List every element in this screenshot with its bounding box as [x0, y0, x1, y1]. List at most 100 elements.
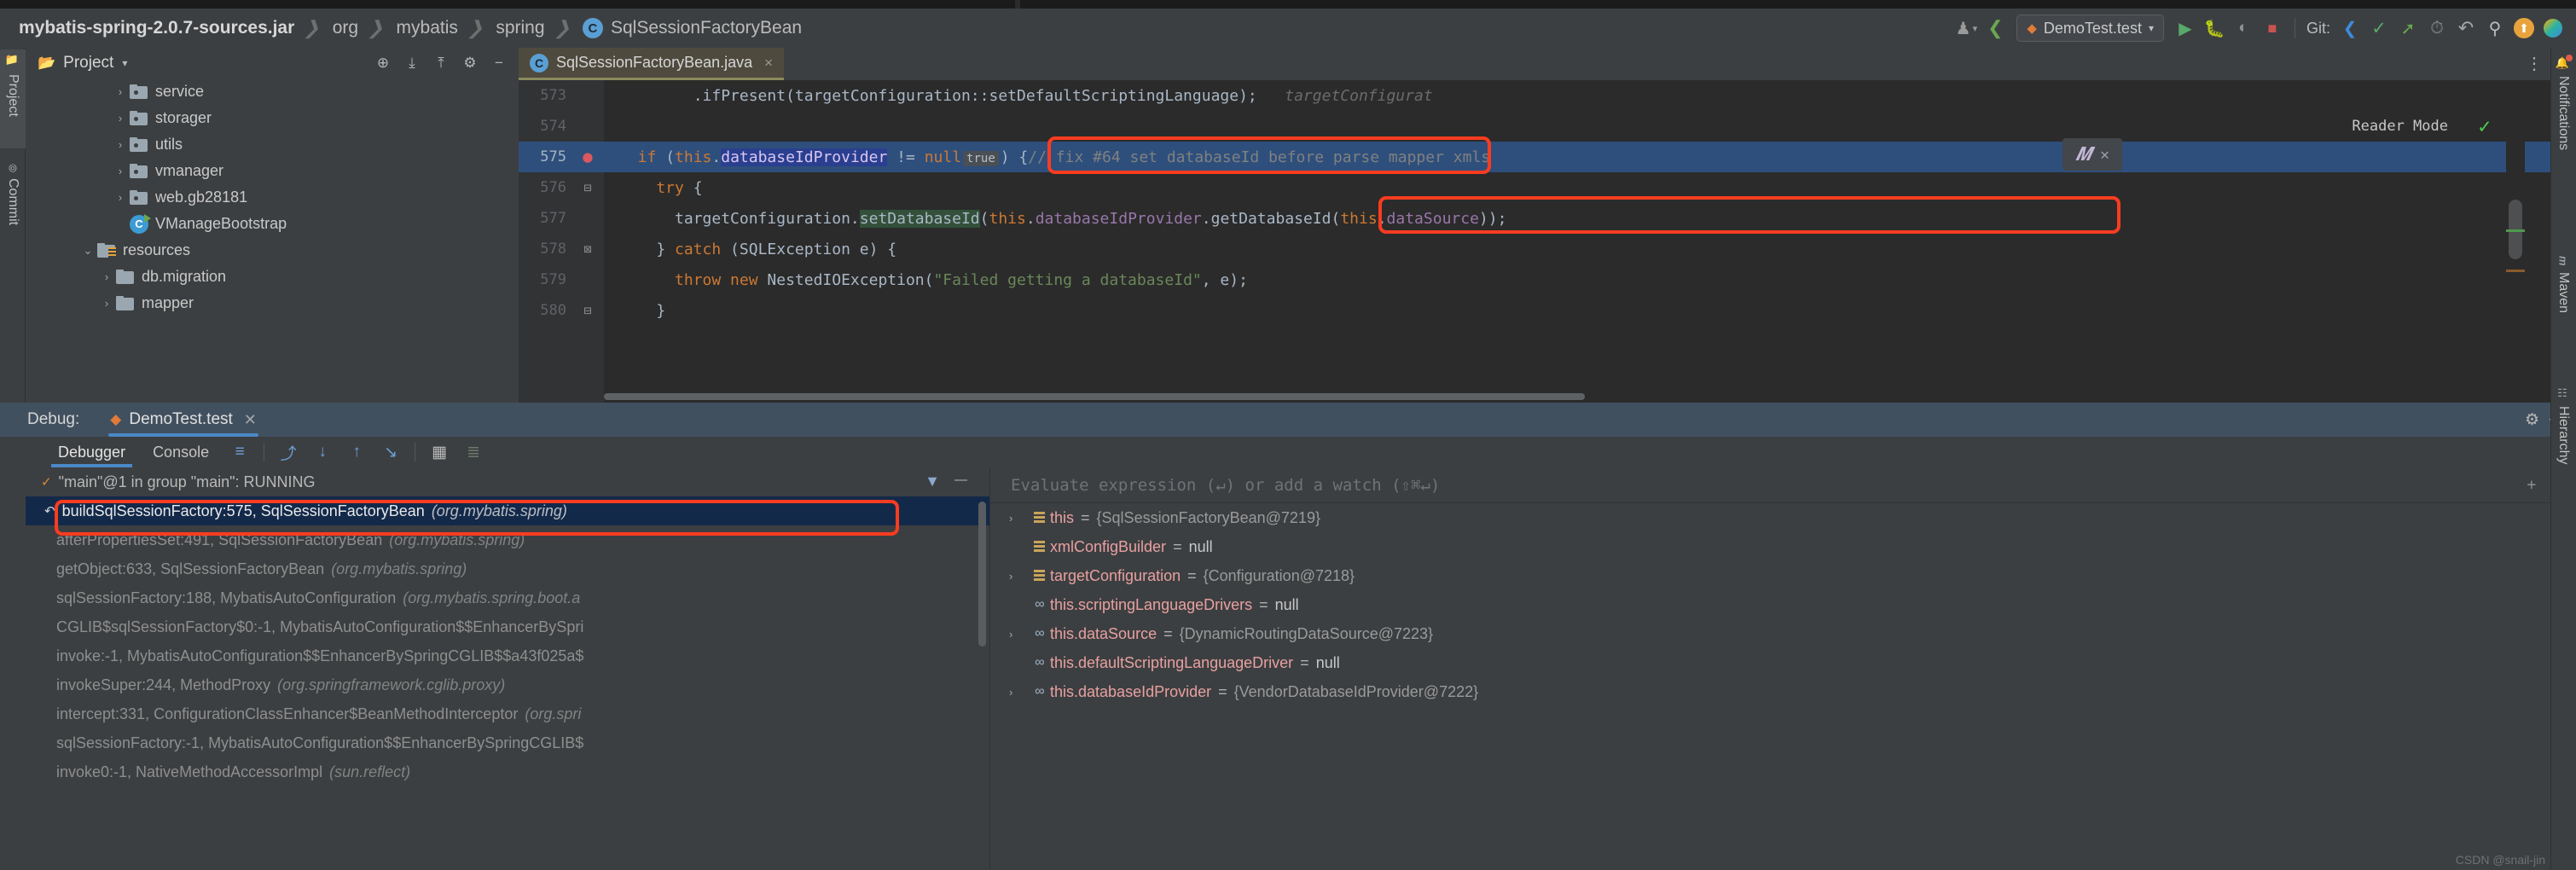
fold-marker-icon[interactable]: ⊟	[571, 303, 604, 318]
chevron-right-icon[interactable]: ›	[1009, 512, 1028, 525]
stop-button[interactable]: ■	[2258, 14, 2287, 43]
collapse-all-icon[interactable]: ⤒	[428, 50, 454, 76]
chevron-right-icon[interactable]: ›	[111, 138, 130, 151]
git-history-button[interactable]: ⏱	[2422, 14, 2451, 43]
close-icon[interactable]: ✕	[2100, 146, 2109, 164]
editor-error-stripe[interactable]	[2506, 80, 2525, 403]
select-opened-file-icon[interactable]: ⊕	[370, 50, 396, 76]
run-coverage-button[interactable]: ◐	[2229, 14, 2258, 43]
chevron-right-icon[interactable]: ›	[1009, 686, 1028, 699]
editor-horizontal-scrollbar[interactable]	[604, 393, 1585, 400]
tree-item-resources[interactable]: ⌄ resources	[26, 237, 519, 264]
chevron-right-icon[interactable]: ›	[97, 270, 116, 283]
tree-item-web-gb28181[interactable]: › web.gb28181	[26, 184, 519, 211]
variable-row-databaseidprovider[interactable]: › ∞ this.databaseIdProvider = {VendorDat…	[990, 677, 2576, 706]
run-configuration-selector[interactable]: ◆ DemoTest.test ▾	[2016, 14, 2164, 42]
expand-all-icon[interactable]: ⤓	[399, 50, 425, 76]
tree-item-mapper[interactable]: › mapper	[26, 290, 519, 316]
settings-gear-icon[interactable]: ⚙	[457, 50, 483, 76]
layout-settings-icon[interactable]: ≣	[456, 437, 490, 467]
frame-row[interactable]: afterPropertiesSet:491, SqlSessionFactor…	[26, 525, 989, 554]
undo-button[interactable]: ↶	[2451, 14, 2480, 43]
tab-debugger[interactable]: Debugger	[44, 437, 139, 467]
frame-row[interactable]: sqlSessionFactory:188, MybatisAutoConfig…	[26, 583, 989, 612]
chevron-right-icon[interactable]: ›	[97, 297, 116, 310]
sidebar-item-maven[interactable]: m Maven	[2550, 251, 2576, 370]
frame-row[interactable]: invoke:-1, MybatisAutoConfiguration$$Enh…	[26, 641, 989, 670]
frames-panel[interactable]: ✓ "main"@1 in group "main": RUNNING ↶ bu…	[26, 467, 989, 870]
editor-more-options-icon[interactable]: ⋮	[2518, 48, 2550, 80]
frame-row[interactable]: sqlSessionFactory:-1, MybatisAutoConfigu…	[26, 728, 989, 757]
breadcrumb-item-class[interactable]: SqlSessionFactoryBean	[611, 18, 802, 38]
fold-marker-icon[interactable]: ⊟	[571, 180, 604, 195]
frames-scrollbar[interactable]	[978, 502, 986, 647]
chevron-right-icon[interactable]: ›	[111, 85, 130, 98]
variables-panel[interactable]: Evaluate expression (↵) or add a watch (…	[989, 467, 2576, 870]
frame-row[interactable]: invokeSuper:244, MethodProxy (org.spring…	[26, 670, 989, 699]
sidebar-item-notifications[interactable]: 🔔 Notifications	[2550, 51, 2576, 230]
sidebar-item-hierarchy[interactable]: ☷ Hierarchy	[2550, 382, 2576, 510]
hide-panel-icon[interactable]: −	[486, 50, 512, 76]
git-update-button[interactable]: ❮	[2335, 14, 2364, 43]
search-everywhere-button[interactable]: ⚲	[2480, 14, 2509, 43]
code-editor[interactable]: 573 .ifPresent(targetConfiguration::setD…	[519, 80, 2550, 403]
git-push-button[interactable]: ➚	[2393, 14, 2422, 43]
evaluate-expression-icon[interactable]: ▦	[422, 437, 456, 467]
update-project-button[interactable]: ⬆	[2509, 14, 2538, 43]
filter-frames-icon[interactable]: ▼	[925, 473, 940, 490]
chevron-right-icon[interactable]: ›	[111, 112, 130, 125]
build-hammer-icon[interactable]: ❮	[1981, 14, 2010, 43]
breadcrumb-item-org[interactable]: org	[333, 18, 358, 38]
tree-item-vmanager[interactable]: › vmanager	[26, 158, 519, 184]
thread-row[interactable]: ✓ "main"@1 in group "main": RUNNING	[26, 467, 989, 496]
chevron-right-icon[interactable]: ›	[1009, 570, 1028, 583]
close-icon[interactable]: ✕	[244, 411, 257, 429]
collapse-frames-icon[interactable]: —	[954, 473, 967, 487]
tree-item-storager[interactable]: › storager	[26, 105, 519, 131]
settings-gear-icon[interactable]: ⚙	[2525, 410, 2539, 430]
run-button[interactable]: ▶	[2171, 14, 2200, 43]
close-icon[interactable]: ×	[764, 55, 773, 72]
show-execution-point-icon[interactable]: ≡	[223, 437, 257, 467]
tree-item-service[interactable]: › service	[26, 78, 519, 105]
breadcrumb-item-jar[interactable]: mybatis-spring-2.0.7-sources.jar	[19, 18, 294, 38]
inspections-ok-icon[interactable]: ✓	[2479, 114, 2491, 138]
run-to-cursor-icon[interactable]: ↘	[374, 437, 408, 467]
git-commit-button[interactable]: ✓	[2364, 14, 2393, 43]
frame-row[interactable]: invoke0:-1, NativeMethodAccessorImpl (su…	[26, 757, 989, 786]
tab-console[interactable]: Console	[139, 437, 223, 467]
tab-sqlsessionfactorybean-java[interactable]: C SqlSessionFactoryBean.java ×	[519, 48, 785, 80]
ide-avatar-icon[interactable]	[2538, 14, 2567, 43]
chevron-right-icon[interactable]: ›	[111, 191, 130, 204]
chevron-down-icon[interactable]: ⌄	[78, 244, 97, 258]
variable-row-datasource[interactable]: › ∞ this.dataSource = {DynamicRoutingDat…	[990, 619, 2576, 648]
breadcrumb-item-spring[interactable]: spring	[496, 18, 544, 38]
fold-marker-icon[interactable]: ⊠	[571, 241, 604, 257]
breakpoint-icon[interactable]: ●	[571, 148, 604, 166]
step-over-icon[interactable]: ⤴	[271, 437, 305, 467]
chevron-down-icon[interactable]: ▾	[122, 57, 127, 69]
tree-item-db-migration[interactable]: › db.migration	[26, 264, 519, 290]
step-into-icon[interactable]: ↓	[305, 437, 339, 467]
sidebar-item-commit[interactable]: ⦾ Commit	[0, 159, 26, 258]
add-watch-icon[interactable]: +	[2527, 476, 2536, 494]
frame-row[interactable]: getObject:633, SqlSessionFactoryBean (or…	[26, 554, 989, 583]
debug-session-tab[interactable]: ◆ DemoTest.test ✕	[102, 403, 265, 437]
tree-item-utils[interactable]: › utils	[26, 131, 519, 158]
variable-row-targetconfiguration[interactable]: › targetConfiguration = {Configuration@7…	[990, 561, 2576, 590]
frame-row[interactable]: CGLIB$sqlSessionFactory$0:-1, MybatisAut…	[26, 612, 989, 641]
variable-row-this[interactable]: › this = {SqlSessionFactoryBean@7219}	[990, 503, 2576, 532]
step-out-icon[interactable]: ↑	[339, 437, 374, 467]
mybatis-icon[interactable]: 𝑴	[2075, 144, 2092, 165]
variable-row-scriptinglanguagedrivers[interactable]: ∞ this.scriptingLanguageDrivers = null	[990, 590, 2576, 619]
sidebar-item-project[interactable]: 📁 Project	[0, 49, 26, 148]
chevron-right-icon[interactable]: ›	[1009, 628, 1028, 641]
user-profile-icon[interactable]: ♟ ▾	[1952, 14, 1981, 43]
debug-button[interactable]: 🐛	[2200, 14, 2229, 43]
inline-hint-popup[interactable]: 𝑴 ✕	[2063, 138, 2122, 171]
project-tree[interactable]: › service › storager › utils › vmanager …	[26, 78, 519, 403]
frame-row-selected[interactable]: ↶ buildSqlSessionFactory:575, SqlSession…	[26, 496, 989, 525]
chevron-right-icon[interactable]: ›	[111, 165, 130, 177]
variable-row-xmlconfigbuilder[interactable]: xmlConfigBuilder = null	[990, 532, 2576, 561]
breadcrumb-item-mybatis[interactable]: mybatis	[397, 18, 458, 38]
